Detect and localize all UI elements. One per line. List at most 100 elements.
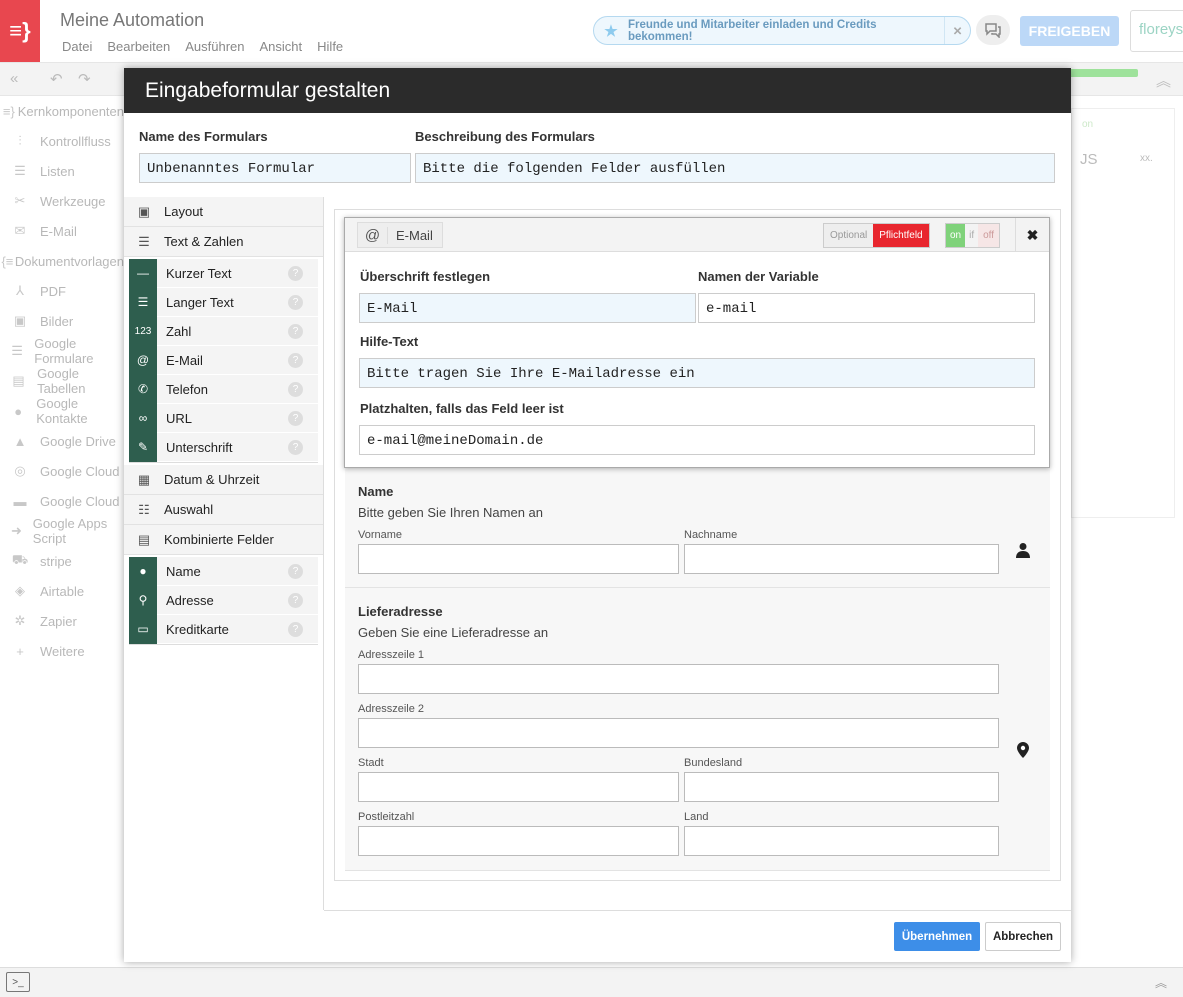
help-icon[interactable]: ?	[288, 592, 303, 608]
person-icon: ●	[129, 556, 157, 586]
field-url[interactable]: ∞ URL?	[129, 403, 318, 433]
address-line1-label: Adresszeile 1	[358, 649, 425, 661]
sidebar-item-kernkomponenten[interactable]: ≡} Kernkomponenten	[0, 96, 124, 126]
field-signature[interactable]: ✎ Unterschrift?	[129, 432, 318, 462]
optional-option[interactable]: Optional	[824, 224, 874, 247]
lines-icon: ☰	[138, 233, 150, 249]
field-email[interactable]: @ E-Mail?	[129, 345, 318, 375]
zip-label: Postleitzahl	[358, 811, 415, 823]
country-field[interactable]	[684, 826, 999, 856]
on-option[interactable]: on	[946, 224, 966, 247]
sidebar-item-werkzeuge[interactable]: ✂ Werkzeuge	[0, 186, 124, 216]
share-button[interactable]: FREIGEBEN	[1020, 16, 1119, 46]
last-name-field[interactable]	[684, 544, 999, 574]
required-toggle[interactable]: Optional Pflichtfeld	[823, 223, 930, 248]
sidebar-item-dokumentvorlagen[interactable]: {≡ Dokumentvorlagen	[0, 246, 124, 276]
field-name[interactable]: ● Name?	[129, 556, 318, 586]
sidebar-item-google-kontakte[interactable]: ● Google Kontakte	[0, 396, 124, 426]
form-name-input[interactable]: Unbenanntes Formular	[139, 153, 411, 183]
field-long-text[interactable]: ☰ Langer Text?	[129, 287, 318, 317]
redo-icon[interactable]: ↷	[78, 70, 91, 88]
help-text-input[interactable]: Bitte tragen Sie Ihre E-Mailadresse ein	[359, 358, 1035, 388]
collapse-up-icon[interactable]: ︽	[1156, 70, 1171, 91]
placeholder-input[interactable]: e-mail@meineDomain.de	[359, 425, 1035, 455]
field-phone[interactable]: ✆ Telefon?	[129, 374, 318, 404]
category-combined[interactable]: ▤ Kombinierte Felder	[124, 525, 323, 555]
sidebar-item-email[interactable]: ✉ E-Mail	[0, 216, 124, 246]
sidebar-item-stripe[interactable]: ⛟ stripe	[0, 546, 124, 576]
state-field[interactable]	[684, 772, 999, 802]
help-icon[interactable]: ?	[288, 410, 303, 426]
heading-input[interactable]: E-Mail	[359, 293, 696, 323]
sidebar-item-google-cloud-2[interactable]: ▬ Google Cloud	[0, 486, 124, 516]
form-desc-input[interactable]: Bitte die folgenden Felder ausfüllen	[415, 153, 1055, 183]
pen-icon: ✎	[129, 432, 157, 462]
help-icon[interactable]: ?	[288, 352, 303, 368]
sidebar-item-google-cloud-1[interactable]: ◎ Google Cloud	[0, 456, 124, 486]
sidebar-item-google-drive[interactable]: ▲ Google Drive	[0, 426, 124, 456]
help-icon[interactable]: ?	[288, 621, 303, 637]
help-icon[interactable]: ?	[288, 563, 303, 579]
sidebar-item-google-tabellen[interactable]: ▤ Google Tabellen	[0, 366, 124, 396]
help-icon[interactable]: ?	[288, 439, 303, 455]
name-section[interactable]: Name Bitte geben Sie Ihren Namen an Vorn…	[345, 468, 1050, 588]
sidebar-item-zapier[interactable]: ✲ Zapier	[0, 606, 124, 636]
form-designer-modal: Eingabeformular gestalten Name des Formu…	[124, 68, 1071, 962]
field-address[interactable]: ⚲ Adresse?	[129, 585, 318, 615]
help-icon[interactable]: ?	[288, 294, 303, 310]
menu-ausfuehren[interactable]: Ausführen	[185, 39, 244, 54]
sidebar-item-weitere[interactable]: + Weitere	[0, 636, 124, 666]
app-title[interactable]: Meine Automation	[60, 10, 204, 31]
menu-bearbeiten[interactable]: Bearbeiten	[107, 39, 170, 54]
required-option[interactable]: Pflichtfeld	[873, 224, 929, 247]
chat-icon[interactable]	[976, 15, 1010, 45]
apply-button[interactable]: Übernehmen	[894, 922, 980, 951]
sidebar-item-listen[interactable]: ☰ Listen	[0, 156, 124, 186]
address-section[interactable]: Lieferadresse Geben Sie eine Lieferadres…	[345, 588, 1050, 871]
app-logo[interactable]: ≡}	[0, 0, 40, 62]
category-datetime[interactable]: ▦ Datum & Uhrzeit	[124, 465, 323, 495]
sidebar-item-google-formulare[interactable]: ☰ Google Formulare	[0, 336, 124, 366]
field-short-text[interactable]: — Kurzer Text?	[129, 258, 318, 288]
menu-datei[interactable]: Datei	[62, 39, 92, 54]
field-number[interactable]: 123 Zahl?	[129, 316, 318, 346]
if-option[interactable]: if	[965, 224, 979, 247]
cancel-button[interactable]: Abbrechen	[985, 922, 1061, 951]
invite-banner[interactable]: ★ Freunde und Mitarbeiter einladen und C…	[593, 16, 971, 45]
menu-hilfe[interactable]: Hilfe	[317, 39, 343, 54]
on-toggle[interactable]: on	[1082, 119, 1093, 130]
sidebar-item-google-apps-script[interactable]: ➜ Google Apps Script	[0, 516, 124, 546]
sidebar-item-pdf[interactable]: ⅄ PDF	[0, 276, 124, 306]
first-name-field[interactable]	[358, 544, 679, 574]
address-line1-field[interactable]	[358, 664, 999, 694]
sidebar-item-kontrollfluss[interactable]: ⫶ Kontrollfluss	[0, 126, 124, 156]
help-icon[interactable]: ?	[288, 323, 303, 339]
modal-title: Eingabeformular gestalten	[124, 68, 1071, 113]
credit-card-icon: ▭	[129, 614, 157, 644]
zip-field[interactable]	[358, 826, 679, 856]
terminal-icon[interactable]: >_	[6, 972, 30, 992]
collapse-sidebar-icon[interactable]: «	[10, 70, 18, 87]
city-field[interactable]	[358, 772, 679, 802]
plus-icon: +	[16, 643, 24, 659]
name-section-desc: Bitte geben Sie Ihren Namen an	[358, 505, 544, 520]
undo-icon[interactable]: ↶	[50, 70, 63, 88]
help-icon[interactable]: ?	[288, 381, 303, 397]
menu-ansicht[interactable]: Ansicht	[260, 39, 303, 54]
sidebar-item-bilder[interactable]: ▣ Bilder	[0, 306, 124, 336]
category-text-numbers[interactable]: ☰ Text & Zahlen	[124, 227, 323, 257]
varname-input[interactable]: e-mail	[698, 293, 1035, 323]
category-choice[interactable]: ☷ Auswahl	[124, 495, 323, 525]
close-icon[interactable]: ✕	[944, 17, 970, 44]
expand-up-icon[interactable]: ︽	[1155, 974, 1167, 991]
sidebar-item-airtable[interactable]: ◈ Airtable	[0, 576, 124, 606]
category-layout[interactable]: ▣ Layout	[124, 197, 323, 227]
close-icon[interactable]: ✖	[1015, 218, 1049, 252]
address-line2-field[interactable]	[358, 718, 999, 748]
help-icon[interactable]: ?	[288, 265, 303, 281]
at-icon: @	[129, 345, 157, 375]
off-option[interactable]: off	[978, 224, 1000, 247]
on-if-off-toggle[interactable]: on if off	[945, 223, 1001, 248]
field-credit-card[interactable]: ▭ Kreditkarte?	[129, 614, 318, 644]
long-text-icon: ☰	[129, 287, 157, 317]
